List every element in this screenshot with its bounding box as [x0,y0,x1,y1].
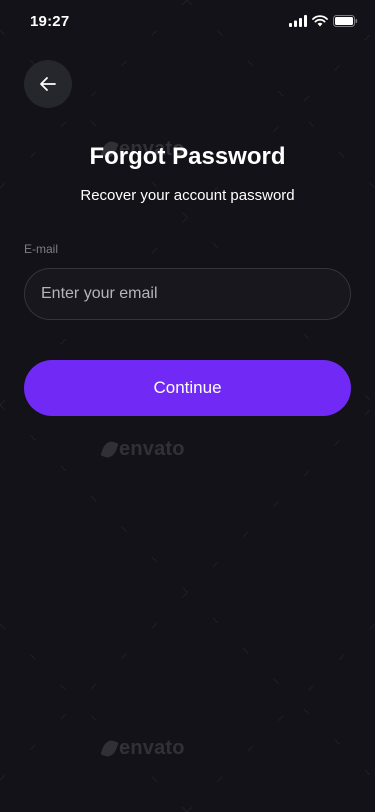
status-bar: 19:27 [0,0,375,44]
continue-button[interactable]: Continue [24,360,351,416]
wifi-icon [312,15,328,27]
status-time: 19:27 [30,13,70,30]
email-field[interactable] [24,268,351,320]
page-title: Forgot Password [89,143,286,170]
envato-leaf-icon [100,738,119,759]
email-label: E-mail [24,242,59,256]
watermark-text: envato [119,737,185,759]
status-icons [289,15,358,27]
arrow-left-icon [40,77,56,91]
watermark-logo: envato [100,438,185,461]
cellular-signal-icon [289,15,307,27]
envato-leaf-icon [100,439,119,460]
watermark-logo: envato [100,737,185,760]
back-button[interactable] [24,60,72,108]
page-subtitle: Recover your account password [80,187,295,204]
watermark-text: envato [119,438,185,460]
battery-icon [333,15,358,27]
